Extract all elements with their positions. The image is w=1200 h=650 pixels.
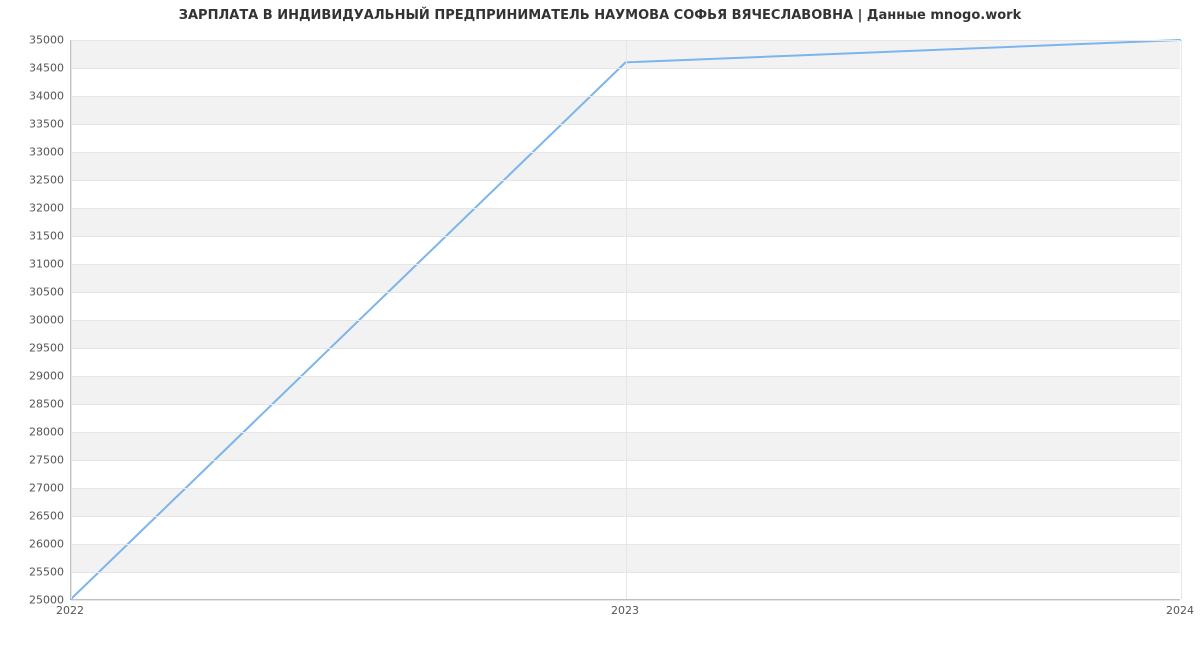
y-tick-label: 34000 xyxy=(4,90,64,103)
y-tick-label: 26000 xyxy=(4,538,64,551)
y-tick-label: 33000 xyxy=(4,146,64,159)
y-tick-label: 28500 xyxy=(4,398,64,411)
y-tick-label: 27500 xyxy=(4,454,64,467)
y-tick-label: 28000 xyxy=(4,426,64,439)
y-tick-label: 26500 xyxy=(4,510,64,523)
grid-line-h xyxy=(71,600,1180,601)
y-tick-label: 27000 xyxy=(4,482,64,495)
grid-line-v xyxy=(71,40,72,599)
y-tick-label: 25500 xyxy=(4,566,64,579)
y-tick-label: 31000 xyxy=(4,258,64,271)
chart-title: ЗАРПЛАТА В ИНДИВИДУАЛЬНЫЙ ПРЕДПРИНИМАТЕЛ… xyxy=(0,8,1200,23)
y-tick-label: 32500 xyxy=(4,174,64,187)
y-tick-label: 33500 xyxy=(4,118,64,131)
y-tick-label: 31500 xyxy=(4,230,64,243)
grid-line-v xyxy=(1181,40,1182,599)
chart-container: ЗАРПЛАТА В ИНДИВИДУАЛЬНЫЙ ПРЕДПРИНИМАТЕЛ… xyxy=(0,0,1200,650)
y-tick-label: 34500 xyxy=(4,62,64,75)
x-tick-label: 2022 xyxy=(56,604,84,617)
y-tick-label: 30000 xyxy=(4,314,64,327)
y-tick-label: 30500 xyxy=(4,286,64,299)
x-tick-label: 2024 xyxy=(1166,604,1194,617)
plot-area xyxy=(70,40,1180,600)
grid-line-v xyxy=(626,40,627,599)
y-tick-label: 32000 xyxy=(4,202,64,215)
y-tick-label: 29000 xyxy=(4,370,64,383)
y-tick-label: 35000 xyxy=(4,34,64,47)
y-tick-label: 25000 xyxy=(4,594,64,607)
x-tick-label: 2023 xyxy=(611,604,639,617)
y-tick-label: 29500 xyxy=(4,342,64,355)
